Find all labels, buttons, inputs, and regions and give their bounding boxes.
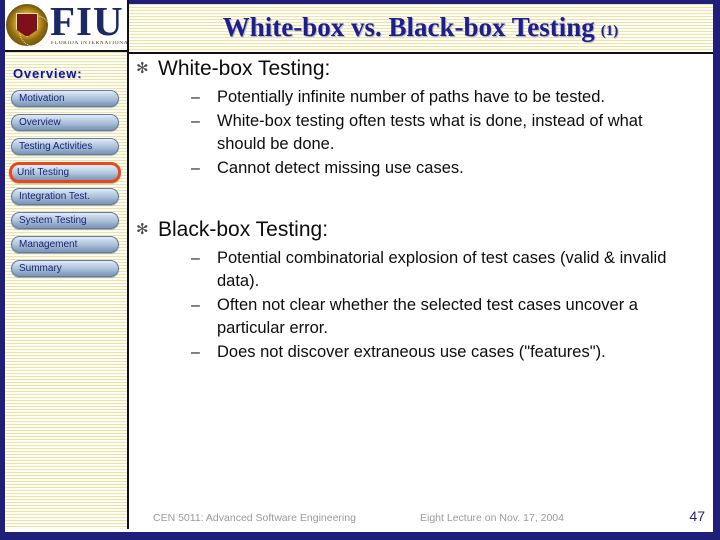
dash-bullet-icon: –: [191, 297, 200, 314]
footer-page-number: 47: [689, 508, 705, 524]
sidebar-item-integration-test[interactable]: Integration Test.: [11, 188, 119, 205]
footer-course: CEN 5011: Advanced Software Engineering: [153, 512, 356, 524]
list-item-text: White-box testing often tests what is do…: [217, 112, 643, 153]
list-item: – Potentially infinite number of paths ha…: [131, 86, 713, 109]
slide-left-border: [0, 0, 5, 540]
list-item-text: Cannot detect missing use cases.: [217, 159, 464, 177]
footer: CEN 5011: Advanced Software Engineering …: [131, 506, 713, 532]
sidebar-item-testing-activities[interactable]: Testing Activities: [11, 138, 119, 155]
sidebar-nav-list: Motivation Overview Testing Activities Unit…: [9, 90, 123, 284]
sidebar-item-summary[interactable]: Summary: [11, 260, 119, 277]
sidebar-item-label: System Testing: [19, 214, 87, 226]
dash-bullet-icon: –: [191, 89, 200, 106]
sidebar-item-label: Summary: [19, 262, 62, 274]
dash-bullet-icon: –: [191, 344, 200, 361]
dash-bullet-icon: –: [191, 160, 200, 177]
fiu-full-name: FLORIDA INTERNATIONAL UNIVERSITY: [51, 41, 129, 46]
sidebar-item-label: Unit Testing: [17, 166, 70, 178]
list-item: – Potential combinatorial explosion of te…: [131, 247, 713, 293]
section-heading: Black-box Testing:: [158, 218, 329, 241]
list-item-text: Often not clear whether the selected tes…: [217, 296, 638, 337]
list-item-text: Potentially infinite number of paths hav…: [217, 88, 605, 106]
list-item-text: Does not discover extraneous use cases (…: [217, 343, 606, 361]
list-item: – Does not discover extraneous use cases …: [131, 341, 713, 364]
sidebar-heading: Overview:: [13, 66, 83, 81]
sidebar-item-motivation[interactable]: Motivation: [11, 90, 119, 107]
sidebar-item-system-testing[interactable]: System Testing: [11, 212, 119, 229]
page-title: White-box vs. Black-box Testing (1): [128, 3, 713, 51]
slide-canvas: White-box vs. Black-box Testing (1) FIU …: [0, 0, 720, 540]
sidebar: Overview: Motivation Overview Testing Acti…: [0, 52, 129, 529]
section-points: – Potentially infinite number of paths ha…: [131, 86, 713, 180]
university-seal-icon: [6, 4, 51, 47]
bullet-heading-row: ✻ White-box Testing:: [131, 54, 713, 84]
slide-bottom-border: [0, 532, 720, 540]
sidebar-item-label: Motivation: [19, 92, 65, 104]
sidebar-item-overview[interactable]: Overview: [11, 114, 119, 131]
footer-lecture: Eight Lecture on Nov. 17, 2004: [420, 512, 564, 524]
sidebar-inner: Overview: Motivation Overview Testing Acti…: [5, 52, 127, 529]
fiu-wordmark: FIU: [50, 0, 124, 44]
section-heading: White-box Testing:: [158, 57, 331, 80]
sidebar-item-label: Management: [19, 238, 78, 250]
seal-ring-icon: [19, 15, 51, 47]
list-item-text: Potential combinatorial explosion of tes…: [217, 249, 667, 290]
list-item: – Cannot detect missing use cases.: [131, 157, 713, 180]
bullet-heading-row: ✻ Black-box Testing:: [131, 215, 713, 245]
header-rule: [128, 52, 713, 54]
dash-bullet-icon: –: [191, 113, 200, 130]
sidebar-item-label: Overview: [19, 116, 61, 128]
asterisk-bullet-icon: ✻: [136, 60, 149, 77]
page-title-main: White-box vs. Black-box Testing: [222, 11, 595, 42]
sidebar-item-unit-testing[interactable]: Unit Testing: [9, 162, 121, 183]
dash-bullet-icon: –: [191, 250, 200, 267]
sidebar-item-label: Integration Test.: [19, 190, 90, 202]
asterisk-bullet-icon: ✻: [136, 221, 149, 238]
sidebar-item-management[interactable]: Management: [11, 236, 119, 253]
page-title-suffix: (1): [600, 22, 619, 39]
slide-content: ✻ White-box Testing: – Potentially infinite…: [131, 54, 713, 504]
slide-right-border: [713, 0, 720, 540]
fiu-logo: FIU FLORIDA INTERNATIONAL UNIVERSITY: [0, 0, 129, 52]
list-item: – Often not clear whether the selected te…: [131, 294, 713, 340]
sidebar-item-label: Testing Activities: [19, 140, 93, 152]
section-points: – Potential combinatorial explosion of te…: [131, 247, 713, 364]
list-item: – White-box testing often tests what is d…: [131, 110, 713, 156]
